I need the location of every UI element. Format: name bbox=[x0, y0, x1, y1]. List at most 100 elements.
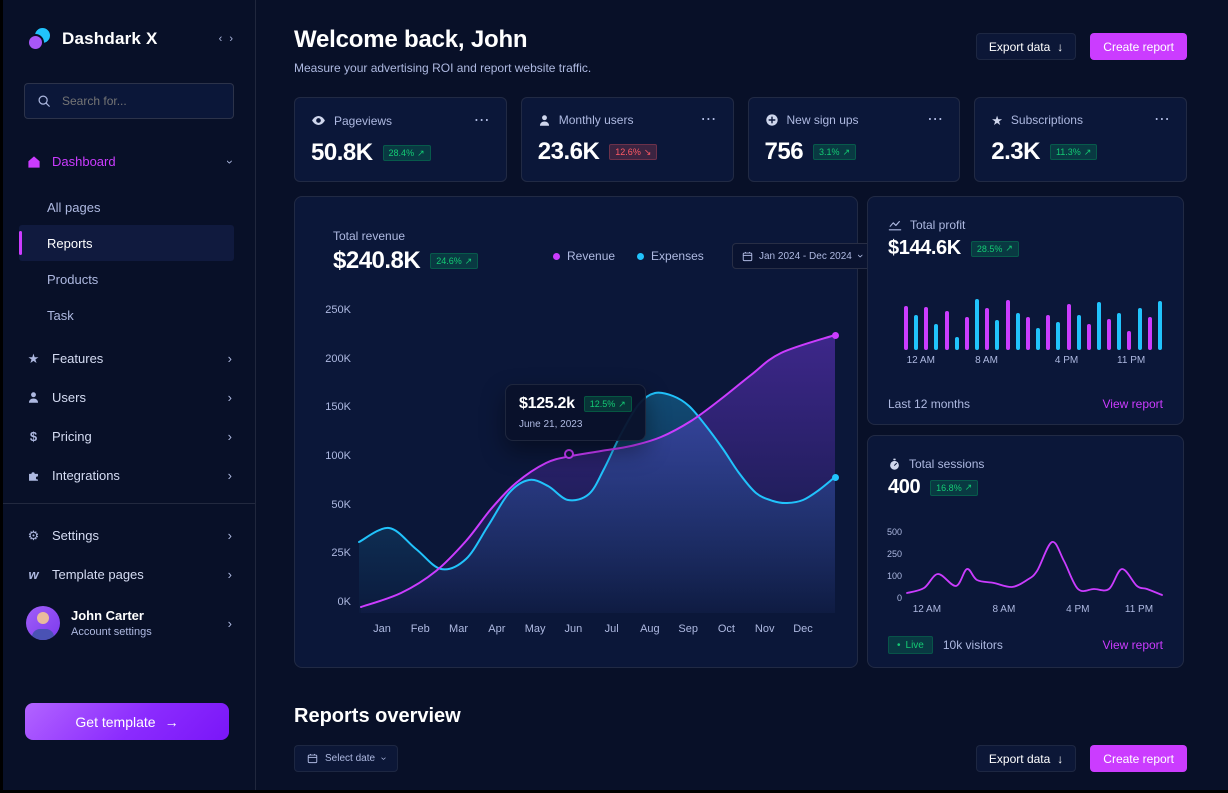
sidebar-item-label: Integrations bbox=[52, 468, 120, 483]
y-tick: 50K bbox=[331, 499, 351, 511]
view-report-link[interactable]: View report bbox=[1103, 397, 1163, 411]
x-tick: Apr bbox=[488, 623, 505, 635]
select-date-button[interactable]: Select date › bbox=[294, 745, 398, 772]
webflow-icon: w bbox=[26, 568, 41, 581]
profit-bar bbox=[1148, 317, 1152, 350]
profile-meta: John Carter Account settings bbox=[71, 608, 217, 638]
page-subtitle: Measure your advertising ROI and report … bbox=[294, 61, 591, 75]
live-dot-icon: • bbox=[897, 640, 901, 651]
view-report-link[interactable]: View report bbox=[1103, 638, 1163, 652]
sidebar: Dashdark X ‹ › Dashboard › All pages Rep… bbox=[3, 0, 256, 790]
stat-value: 50.8K bbox=[311, 139, 373, 167]
card-menu-icon[interactable]: ⋯ bbox=[701, 116, 717, 124]
x-tick: Mar bbox=[449, 623, 468, 635]
reports-overview-title: Reports overview bbox=[294, 705, 461, 728]
search-box[interactable] bbox=[24, 83, 234, 119]
page-header: Welcome back, John Measure your advertis… bbox=[294, 26, 591, 75]
sessions-value: 400 bbox=[888, 476, 920, 499]
sidebar-item-label: Features bbox=[52, 351, 103, 366]
sidebar-item-settings[interactable]: ⚙ Settings › bbox=[3, 524, 255, 547]
sidebar-collapse-icon[interactable]: ‹ › bbox=[219, 33, 235, 45]
sidebar-item-users[interactable]: Users › bbox=[3, 386, 255, 409]
y-tick: 100 bbox=[887, 571, 902, 581]
y-tick: 250K bbox=[325, 304, 351, 316]
sidebar-item-reports[interactable]: Reports bbox=[19, 225, 234, 261]
profit-value: $144.6K bbox=[888, 237, 961, 260]
cta-label: Get template bbox=[75, 714, 155, 730]
sidebar-item-pricing[interactable]: $ Pricing › bbox=[3, 425, 255, 448]
sidebar-item-label: Pricing bbox=[52, 429, 92, 444]
x-axis-labels: 12 AM8 AM4 PM11 PM bbox=[904, 355, 1162, 367]
date-range-select[interactable]: Jan 2024 - Dec 2024 › bbox=[732, 243, 872, 269]
arrow-down-icon: ↓ bbox=[1057, 752, 1063, 766]
total-revenue-card: Total revenue $240.8K 24.6%↗ Revenue Exp… bbox=[294, 196, 858, 668]
sub-item-label: Reports bbox=[47, 236, 93, 251]
sidebar-item-features[interactable]: ★ Features › bbox=[3, 347, 255, 370]
profit-bar bbox=[1107, 319, 1111, 350]
screenshot-frame: Dashdark X ‹ › Dashboard › All pages Rep… bbox=[0, 0, 1228, 793]
y-tick: 0 bbox=[897, 593, 902, 603]
y-tick: 150K bbox=[325, 401, 351, 413]
dashdark-logo-icon bbox=[26, 26, 52, 52]
export-data-button[interactable]: Export data ↓ bbox=[976, 33, 1076, 60]
sidebar-item-template-pages[interactable]: w Template pages › bbox=[3, 563, 255, 586]
create-report-button[interactable]: Create report bbox=[1090, 33, 1187, 60]
search-icon bbox=[37, 94, 51, 108]
x-tick: 12 AM bbox=[913, 604, 941, 615]
sidebar-item-task[interactable]: Task bbox=[19, 297, 234, 333]
legend-expenses[interactable]: Expenses bbox=[637, 249, 704, 263]
user-icon bbox=[26, 391, 41, 404]
profit-bar bbox=[1138, 308, 1142, 350]
profit-bar bbox=[1056, 322, 1060, 350]
chevron-right-icon: › bbox=[228, 391, 232, 404]
legend-revenue[interactable]: Revenue bbox=[553, 249, 615, 263]
trend-arrow-icon: ↗ bbox=[965, 482, 973, 493]
revenue-chart-svg bbox=[359, 301, 847, 613]
delta-badge: 3.1%↗ bbox=[813, 144, 856, 160]
get-template-button[interactable]: Get template → bbox=[25, 703, 229, 740]
sidebar-item-label: Dashboard bbox=[52, 154, 116, 169]
dashboard-sub-list: All pages Reports Products Task bbox=[3, 189, 255, 333]
x-tick: 11 PM bbox=[1117, 355, 1145, 366]
x-tick: Dec bbox=[793, 623, 813, 635]
stat-cards-row: Pageviews ⋯ 50.8K 28.4%↗ Monthly users ⋯… bbox=[294, 97, 1187, 182]
chevron-right-icon: › bbox=[228, 469, 232, 482]
card-menu-icon[interactable]: ⋯ bbox=[927, 116, 943, 124]
date-range-label: Jan 2024 - Dec 2024 bbox=[759, 251, 852, 262]
sidebar-item-integrations[interactable]: Integrations › bbox=[3, 464, 255, 487]
stat-card-new-sign-ups: New sign ups ⋯ 756 3.1%↗ bbox=[748, 97, 961, 182]
sidebar-item-all-pages[interactable]: All pages bbox=[19, 189, 234, 225]
profit-bar bbox=[1036, 328, 1040, 350]
search-input[interactable] bbox=[60, 93, 221, 109]
legend-dot bbox=[553, 253, 560, 260]
legend-label: Revenue bbox=[567, 249, 615, 263]
delta-badge: 12.6%↘ bbox=[609, 144, 657, 160]
card-menu-icon[interactable]: ⋯ bbox=[474, 117, 490, 125]
chevron-right-icon: › bbox=[228, 568, 232, 581]
y-tick: 200K bbox=[325, 353, 351, 365]
chevron-right-icon: › bbox=[228, 529, 232, 542]
trend-arrow-icon: ↗ bbox=[1084, 147, 1092, 158]
select-date-label: Select date bbox=[325, 753, 375, 764]
trend-arrow-icon: ↗ bbox=[1005, 243, 1013, 254]
export-data-button[interactable]: Export data ↓ bbox=[976, 745, 1076, 772]
logo-text: Dashdark X bbox=[62, 29, 209, 49]
sidebar-item-products[interactable]: Products bbox=[19, 261, 234, 297]
chevron-right-icon: › bbox=[228, 616, 232, 631]
x-tick: 4 PM bbox=[1055, 355, 1078, 366]
user-icon bbox=[538, 114, 551, 127]
visitors-label: 10k visitors bbox=[943, 638, 1003, 652]
trend-arrow-icon: ↗ bbox=[618, 399, 626, 410]
revenue-title: Total revenue bbox=[333, 229, 405, 243]
account-settings-row[interactable]: John Carter Account settings › bbox=[3, 602, 255, 640]
profit-bar bbox=[1016, 313, 1020, 350]
sub-item-label: All pages bbox=[47, 200, 100, 215]
stat-value: 756 bbox=[765, 138, 804, 166]
create-report-button[interactable]: Create report bbox=[1090, 745, 1187, 772]
y-tick: 100K bbox=[325, 450, 351, 462]
sidebar-item-dashboard[interactable]: Dashboard › bbox=[3, 150, 255, 173]
delta-badge: 12.5%↗ bbox=[584, 396, 632, 412]
card-menu-icon[interactable]: ⋯ bbox=[1154, 116, 1170, 124]
live-label: Live bbox=[906, 640, 924, 651]
profit-title: Total profit bbox=[910, 218, 965, 232]
